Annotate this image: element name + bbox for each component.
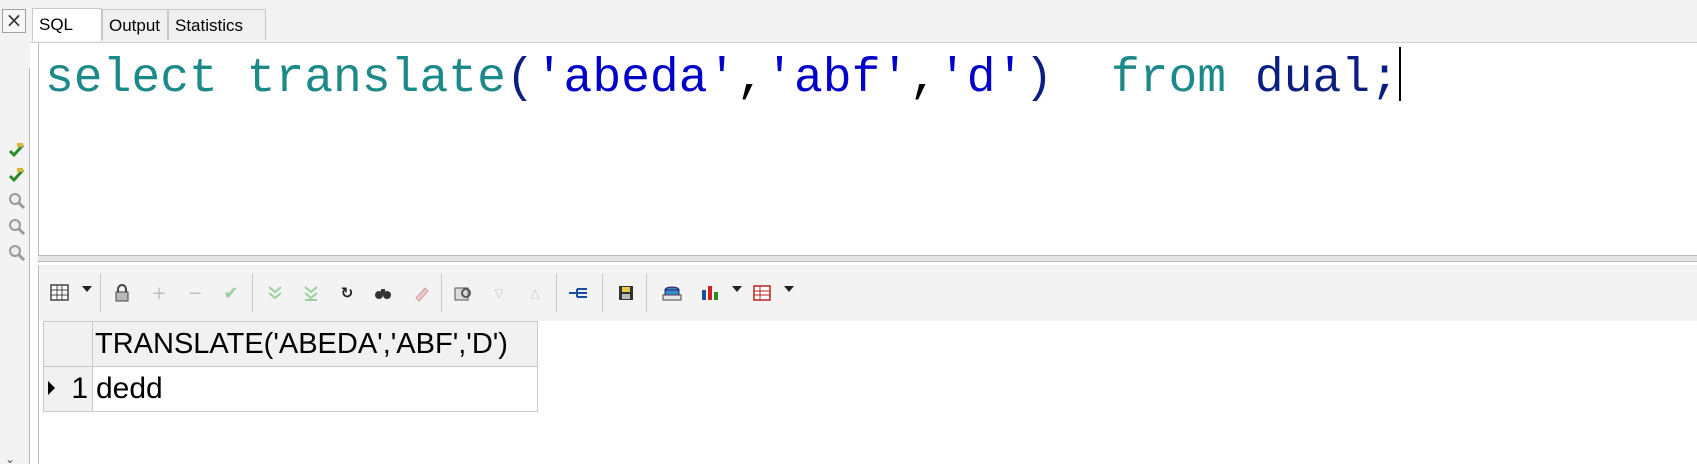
fetch-next-icon[interactable] bbox=[262, 280, 288, 306]
find-icon[interactable] bbox=[370, 280, 396, 306]
refresh-icon[interactable]: ↻ bbox=[334, 280, 360, 306]
text-caret bbox=[1398, 47, 1401, 101]
pane-splitter[interactable] bbox=[38, 255, 1697, 262]
sql-statement[interactable]: select translate('abeda','abf','d') from… bbox=[45, 47, 1401, 107]
grid-corner[interactable] bbox=[43, 321, 93, 367]
next-icon[interactable]: △ bbox=[522, 280, 548, 306]
sql-paren-close: ) bbox=[1024, 52, 1054, 106]
export-icon[interactable] bbox=[659, 280, 685, 306]
check-pencil-icon[interactable] bbox=[8, 141, 26, 159]
lock-icon[interactable] bbox=[109, 280, 135, 306]
left-gutter: × ⌄ bbox=[0, 0, 30, 466]
result-grid-area: TRANSLATE('ABEDA','ABF','D') 1 dedd bbox=[38, 321, 1697, 464]
sql-keyword-from: from bbox=[1110, 52, 1227, 106]
toolbar-divider bbox=[646, 274, 647, 312]
toolbar-divider bbox=[556, 274, 557, 312]
close-icon[interactable]: × bbox=[2, 9, 26, 33]
post-edit-icon[interactable]: ✔ bbox=[218, 280, 244, 306]
previous-icon[interactable]: ▽ bbox=[486, 280, 512, 306]
row-pointer-icon bbox=[48, 381, 55, 395]
table-options-icon[interactable] bbox=[749, 280, 775, 306]
sql-function-translate: translate bbox=[246, 52, 506, 106]
sql-paren-open: ( bbox=[505, 52, 535, 106]
toolbar-divider bbox=[602, 274, 603, 312]
grid-header-row: TRANSLATE('ABEDA','ABF','D') bbox=[43, 321, 538, 367]
clear-icon[interactable] bbox=[408, 280, 434, 306]
grid-cell[interactable]: dedd bbox=[92, 366, 538, 412]
tab-output[interactable]: Output bbox=[102, 9, 168, 40]
chevron-down-icon[interactable] bbox=[82, 286, 92, 292]
query-by-example-icon[interactable] bbox=[450, 280, 476, 306]
toolbar-divider bbox=[441, 274, 442, 312]
result-toolbar: + − ✔ ↻ ▽ △ bbox=[38, 265, 1697, 321]
table-row[interactable]: 1 dedd bbox=[43, 366, 538, 412]
magnifier-icon[interactable] bbox=[8, 192, 26, 210]
row-number: 1 bbox=[71, 372, 88, 405]
tab-statistics[interactable]: Statistics bbox=[168, 9, 266, 40]
magnifier-icon[interactable] bbox=[8, 218, 26, 236]
tab-bar: SQL Output Statistics bbox=[30, 0, 1697, 43]
sql-string-arg3: 'd' bbox=[938, 52, 1025, 106]
toolbar-divider bbox=[100, 274, 101, 312]
sql-editor[interactable]: select translate('abeda','abf','d') from… bbox=[38, 43, 1697, 255]
column-header[interactable]: TRANSLATE('ABEDA','ABF','D') bbox=[92, 321, 538, 367]
grid-view-icon[interactable] bbox=[47, 280, 73, 306]
result-grid: TRANSLATE('ABEDA','ABF','D') 1 dedd bbox=[43, 321, 538, 412]
add-record-icon[interactable]: + bbox=[146, 280, 172, 306]
sql-semicolon: ; bbox=[1370, 52, 1399, 106]
save-icon[interactable] bbox=[613, 280, 639, 306]
explain-plan-icon[interactable] bbox=[565, 280, 591, 306]
gutter-divider bbox=[29, 68, 30, 464]
tab-sql[interactable]: SQL bbox=[32, 8, 102, 41]
sql-string-arg1: 'abeda' bbox=[534, 52, 737, 106]
sql-string-arg2: 'abf' bbox=[765, 52, 910, 106]
toolbar-divider bbox=[252, 274, 253, 312]
sql-keyword-select: select bbox=[45, 52, 218, 106]
fetch-last-icon[interactable] bbox=[298, 280, 324, 306]
delete-record-icon[interactable]: − bbox=[182, 280, 208, 306]
sql-comma: , bbox=[909, 52, 938, 106]
check-pencil-icon[interactable] bbox=[8, 166, 26, 184]
magnifier-icon[interactable] bbox=[8, 244, 26, 262]
sql-comma: , bbox=[736, 52, 766, 106]
chevron-down-icon[interactable] bbox=[784, 286, 794, 292]
chevron-down-icon[interactable] bbox=[732, 286, 742, 292]
sql-table-name: dual bbox=[1254, 52, 1371, 106]
row-header[interactable]: 1 bbox=[43, 366, 93, 412]
chart-icon[interactable] bbox=[697, 280, 723, 306]
